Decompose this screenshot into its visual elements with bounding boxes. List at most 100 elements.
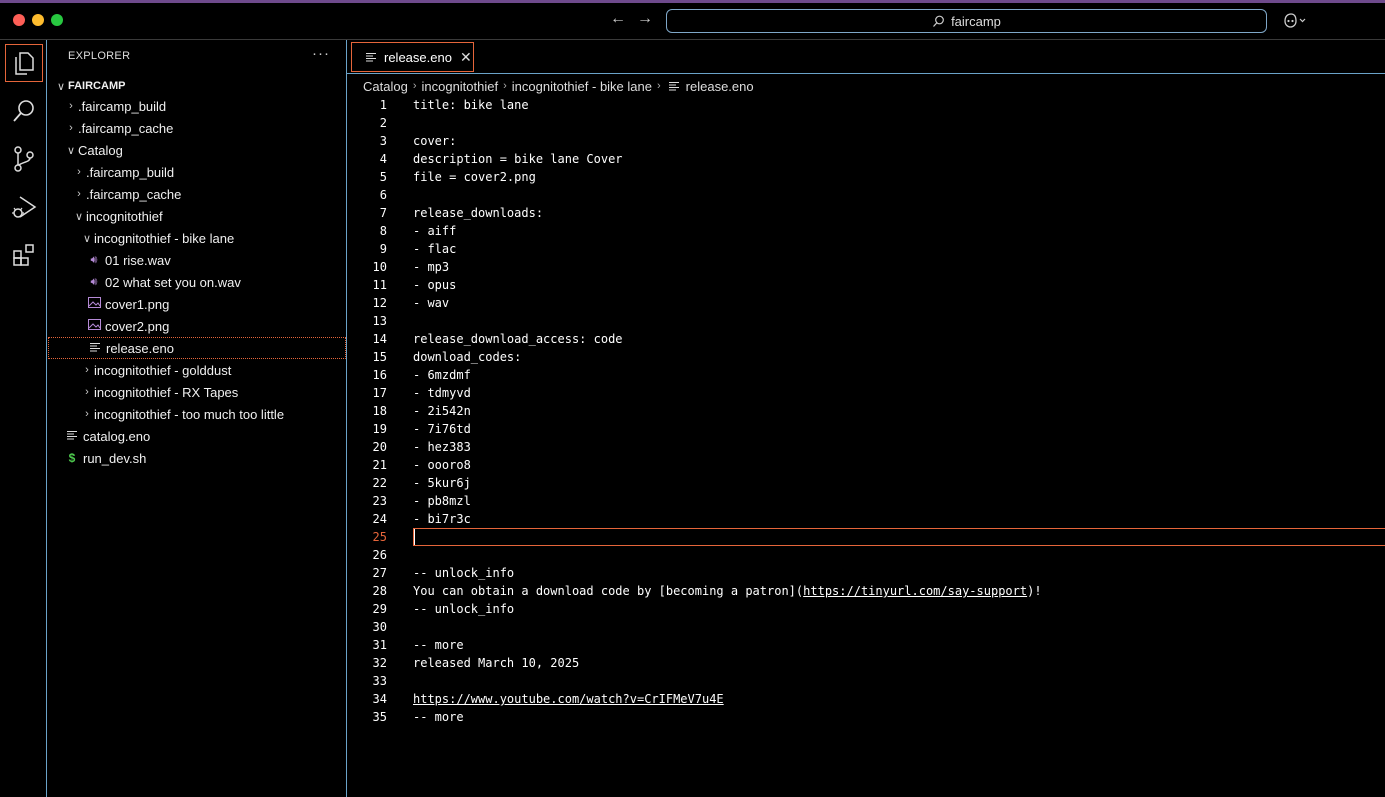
source-control-icon[interactable] [5, 140, 43, 178]
run-debug-icon[interactable] [5, 188, 43, 226]
code-line[interactable]: 1 title: bike lane [347, 96, 1385, 114]
code-line[interactable]: 22 - 5kur6j [347, 474, 1385, 492]
back-arrow-icon[interactable]: ← [610, 10, 626, 28]
tree-item[interactable]: › incognitothief - too much too little [48, 403, 346, 425]
tree-item[interactable]: 🔊︎ 02 what set you on.wav [48, 271, 346, 293]
code-line[interactable]: 31 -- more [347, 636, 1385, 654]
line-number: 17 [372, 386, 387, 400]
tree-item[interactable]: cover2.png [48, 315, 346, 337]
code-line[interactable]: 2 [347, 114, 1385, 132]
code-line[interactable]: 8 - aiff [347, 222, 1385, 240]
code-line[interactable]: 24 - bi7r3c [347, 510, 1385, 528]
explorer-title: EXPLORER [68, 50, 131, 62]
code-text: - bi7r3c [413, 512, 471, 526]
chevron-right-icon: › [85, 386, 89, 398]
lines-icon [668, 82, 679, 91]
breadcrumb-item[interactable]: incognitothief [421, 79, 498, 94]
code-line[interactable]: 30 [347, 618, 1385, 636]
code-line[interactable]: 9 - flac [347, 240, 1385, 258]
code-line[interactable]: 11 - opus [347, 276, 1385, 294]
code-line[interactable]: 21 - oooro8 [347, 456, 1385, 474]
more-actions-icon[interactable]: ··· [312, 45, 330, 62]
code-text: description = bike lane Cover [413, 152, 623, 166]
code-line[interactable]: 13 [347, 312, 1385, 330]
chevron-down-icon: ∨ [82, 232, 92, 245]
tree-item-selected[interactable]: release.eno [48, 337, 346, 359]
breadcrumb-item[interactable]: Catalog [363, 79, 408, 94]
breadcrumb-item[interactable]: release.eno [686, 79, 754, 94]
tree-item[interactable]: cover1.png [48, 293, 346, 315]
chevron-right-icon: › [85, 364, 89, 376]
tree-item[interactable]: 🔊︎ 01 rise.wav [48, 249, 346, 271]
tree-item[interactable]: ∨ incognitothief [48, 205, 346, 227]
code-line[interactable]: 5 file = cover2.png [347, 168, 1385, 186]
line-number: 5 [379, 170, 387, 184]
code-line[interactable]: 20 - hez383 [347, 438, 1385, 456]
zoom-window-button[interactable] [51, 14, 63, 26]
code-line[interactable]: 19 - 7i76td [347, 420, 1385, 438]
code-line[interactable]: 17 - tdmyvd [347, 384, 1385, 402]
command-center-search[interactable]: faircamp [666, 9, 1267, 33]
line-number: 4 [379, 152, 387, 166]
code-line[interactable]: 23 - pb8mzl [347, 492, 1385, 510]
tree-item[interactable]: $ run_dev.sh [48, 447, 346, 469]
chevron-right-icon: › [412, 80, 417, 92]
code-line[interactable]: 10 - mp3 [347, 258, 1385, 276]
search-view-icon[interactable] [5, 92, 43, 130]
code-line[interactable]: 34 https://www.youtube.com/watch?v=CrIFMe… [347, 690, 1385, 708]
code-line[interactable]: 12 - wav [347, 294, 1385, 312]
code-line[interactable]: 3 cover: [347, 132, 1385, 150]
code-line[interactable]: 26 [347, 546, 1385, 564]
breadcrumb-item[interactable]: incognitothief - bike lane [512, 79, 652, 94]
image-icon [86, 297, 102, 311]
minimize-window-button[interactable] [32, 14, 44, 26]
code-link[interactable]: https://tinyurl.com/say-support [803, 584, 1027, 598]
forward-arrow-icon[interactable]: → [637, 10, 653, 28]
code-line[interactable]: 28 You can obtain a download code by [bec… [347, 582, 1385, 600]
tab-release-eno[interactable]: release.eno ✕ [351, 42, 474, 72]
explorer-icon[interactable] [5, 44, 43, 82]
code-line[interactable]: 15 download_codes: [347, 348, 1385, 366]
tree-item[interactable]: catalog.eno [48, 425, 346, 447]
line-number: 33 [372, 674, 387, 688]
close-window-button[interactable] [13, 14, 25, 26]
tree-item[interactable]: ∨ Catalog [48, 139, 346, 161]
code-link[interactable]: https://www.youtube.com/watch?v=CrIFMeV7… [413, 690, 724, 708]
tree-item[interactable]: › .faircamp_build [48, 95, 346, 117]
code-line[interactable]: 29 -- unlock_info [347, 600, 1385, 618]
line-number: 24 [372, 512, 387, 526]
tree-root-faircamp[interactable]: ∨ FAIRCAMP [48, 75, 346, 97]
code-line[interactable]: 18 - 2i542n [347, 402, 1385, 420]
tree-item-label: cover1.png [105, 296, 170, 312]
code-text: - aiff [413, 224, 457, 238]
copilot-icon[interactable] [1282, 12, 1306, 31]
speaker-icon: 🔊︎ [90, 275, 98, 288]
tree-item[interactable]: › .faircamp_cache [48, 183, 346, 205]
code-line[interactable]: 16 - 6mzdmf [347, 366, 1385, 384]
tree-item[interactable]: › .faircamp_cache [48, 117, 346, 139]
code-text: - pb8mzl [413, 494, 471, 508]
code-line[interactable]: 25 [347, 528, 1385, 546]
tree-item[interactable]: › incognitothief - RX Tapes [48, 381, 346, 403]
line-number: 30 [372, 620, 387, 634]
code-line[interactable]: 32 released March 10, 2025 [347, 654, 1385, 672]
code-text: release_downloads: [413, 206, 544, 220]
breadcrumb: Catalog › incognitothief › incognitothie… [363, 77, 754, 95]
code-editor[interactable]: 1 title: bike lane 2 3 cover: 4 description = … [347, 96, 1385, 797]
tree-item[interactable]: ∨ incognitothief - bike lane [48, 227, 346, 249]
line-number: 32 [372, 656, 387, 670]
tree-item[interactable]: › incognitothief - golddust [48, 359, 346, 381]
line-number: 23 [372, 494, 387, 508]
extensions-icon[interactable] [5, 236, 43, 274]
code-line[interactable]: 35 -- more [347, 708, 1385, 726]
code-line[interactable]: 33 [347, 672, 1385, 690]
code-line[interactable]: 4 description = bike lane Cover [347, 150, 1385, 168]
close-icon[interactable]: ✕ [460, 49, 472, 66]
code-line[interactable]: 14 release_download_access: code [347, 330, 1385, 348]
tree-item[interactable]: › .faircamp_build [48, 161, 346, 183]
tree-item-label: incognitothief - golddust [94, 362, 232, 378]
code-line[interactable]: 27 -- unlock_info [347, 564, 1385, 582]
code-line[interactable]: 7 release_downloads: [347, 204, 1385, 222]
code-line[interactable]: 6 [347, 186, 1385, 204]
lines-icon [64, 430, 80, 443]
